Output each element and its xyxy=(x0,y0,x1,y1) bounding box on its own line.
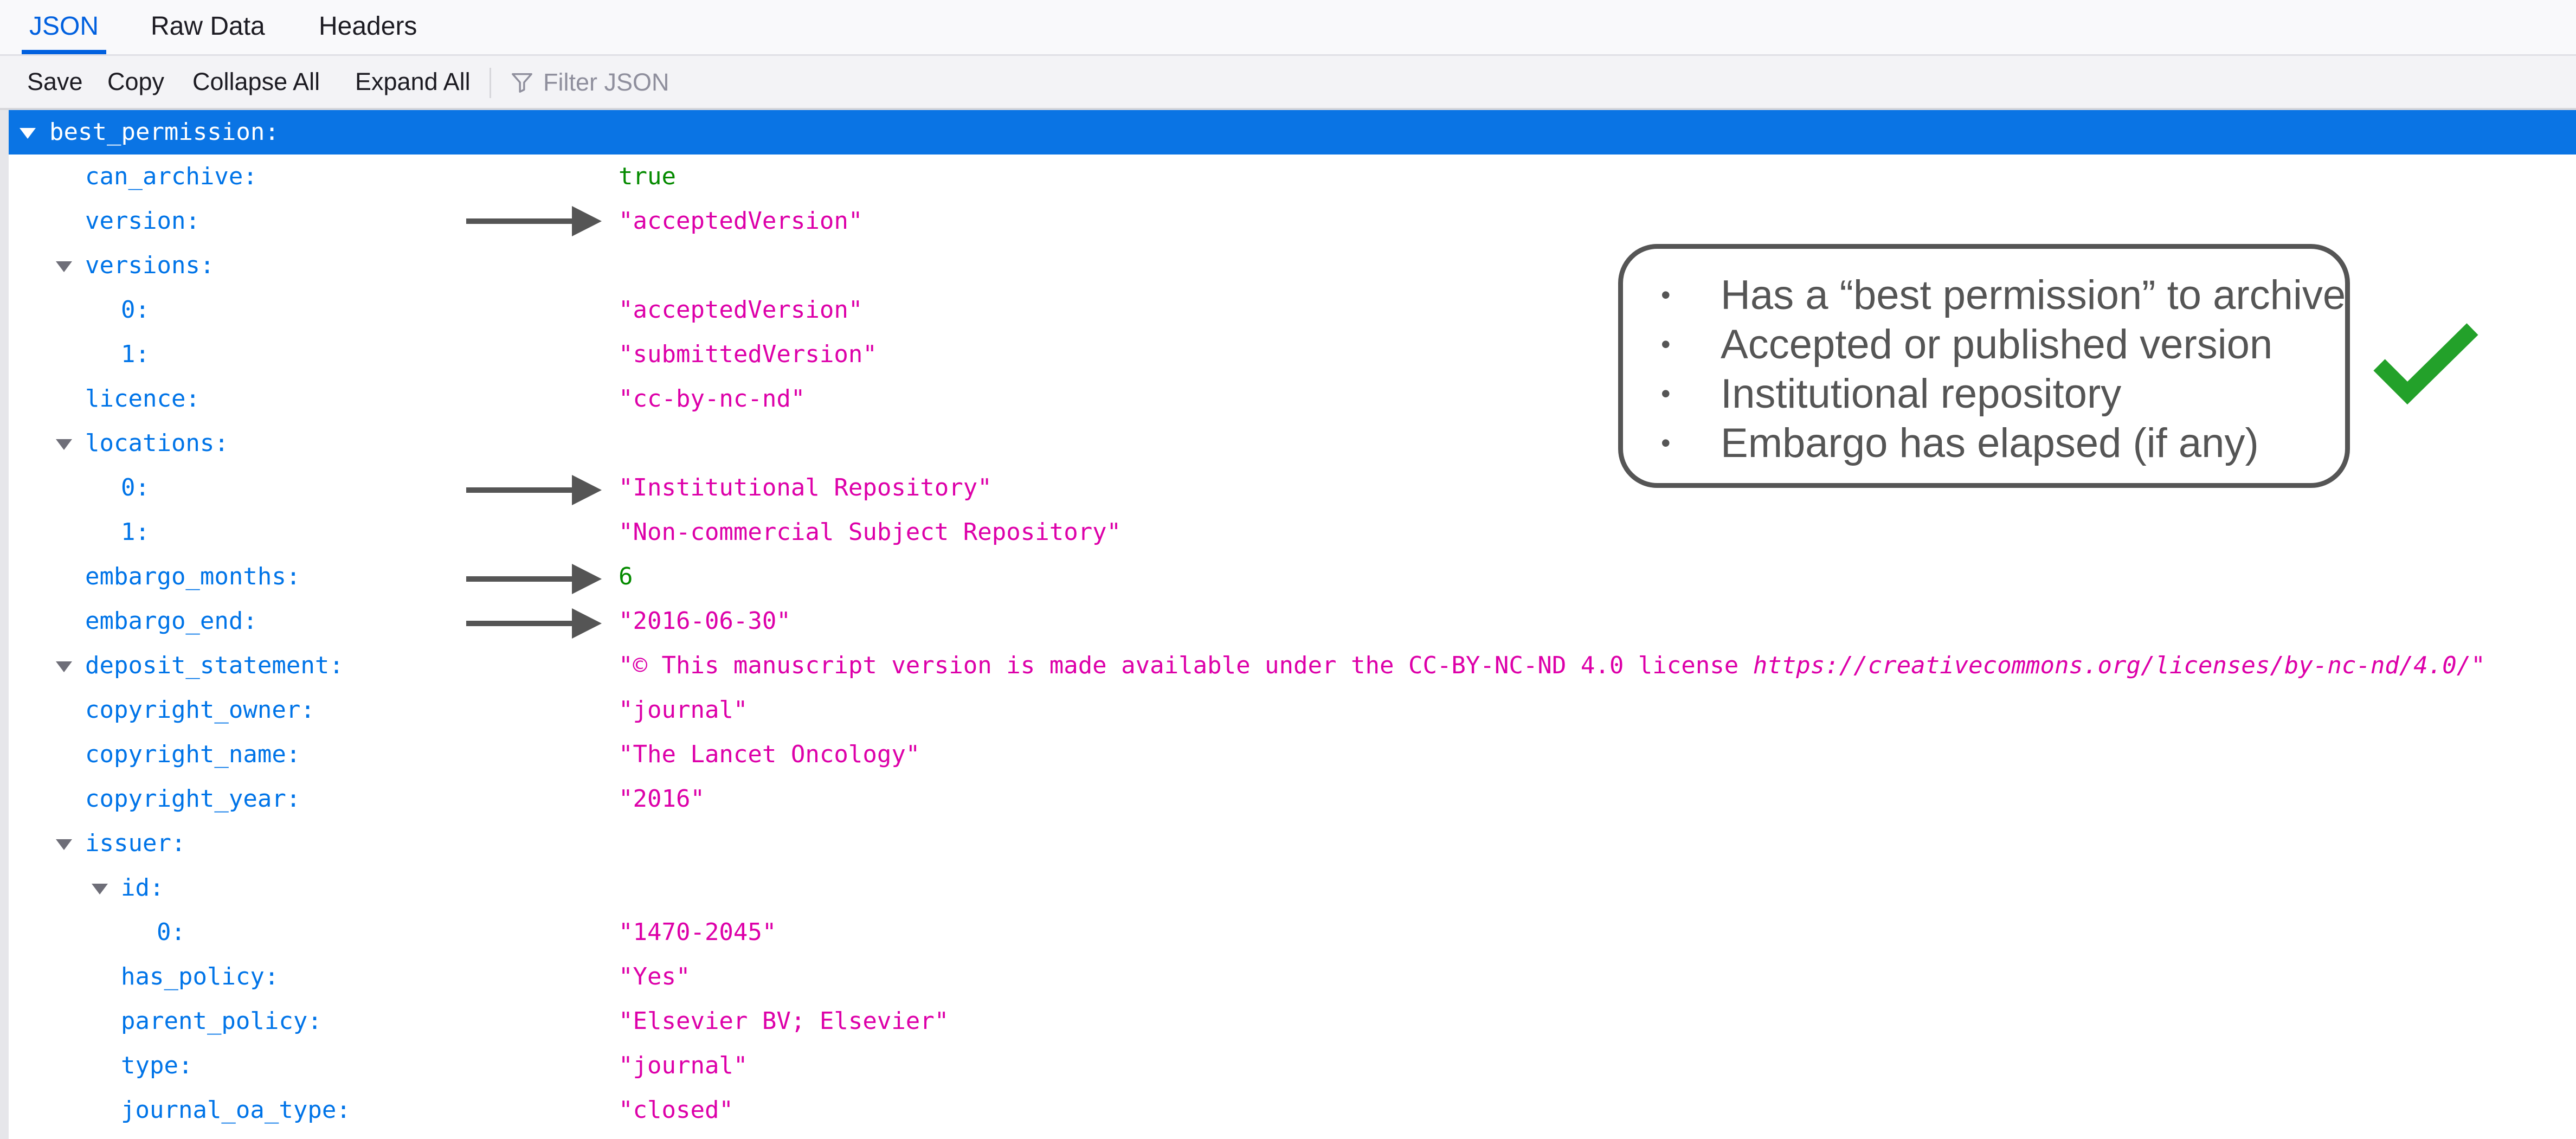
json-value: "The Lancet Oncology" xyxy=(619,741,920,768)
collapse-all-button[interactable]: Collapse All xyxy=(192,56,320,108)
chevron-down-icon[interactable] xyxy=(92,884,108,895)
json-key: issuer: xyxy=(85,829,186,857)
chevron-down-icon[interactable] xyxy=(56,261,72,272)
criteria-item-label: Embargo has elapsed (if any) xyxy=(1721,420,2259,466)
tree-row-deposit-statement[interactable]: deposit_statement: "© This manuscript ve… xyxy=(9,643,2576,688)
criteria-item-label: Institutional repository xyxy=(1721,371,2122,417)
json-key: id: xyxy=(121,874,164,902)
json-key: 0: xyxy=(121,474,150,501)
tree-row-copyright-owner[interactable]: copyright_owner: "journal" xyxy=(9,688,2576,732)
criteria-item: • Has a “best permission” to archive xyxy=(1661,271,2346,320)
tree-row-best-permission[interactable]: best_permission: xyxy=(9,110,2576,155)
tree-row-embargo-end[interactable]: embargo_end: "2016-06-30" xyxy=(9,599,2576,643)
chevron-down-icon[interactable] xyxy=(56,839,72,850)
save-button[interactable]: Save xyxy=(27,56,83,108)
arrow-right-icon xyxy=(466,475,602,505)
checkmark-icon xyxy=(2373,323,2478,405)
toolbar-divider xyxy=(490,68,491,98)
tree-row-issuer[interactable]: issuer: xyxy=(9,821,2576,866)
json-key: copyright_year: xyxy=(85,785,301,813)
json-key: 1: xyxy=(121,340,150,368)
tree-row-parent-policy[interactable]: parent_policy: "Elsevier BV; Elsevier" xyxy=(9,999,2576,1044)
json-value: "1470-2045" xyxy=(619,918,777,946)
json-key: versions: xyxy=(85,252,215,279)
chevron-down-icon[interactable] xyxy=(20,128,36,139)
copy-button[interactable]: Copy xyxy=(107,56,164,108)
json-value: "Elsevier BV; Elsevier" xyxy=(619,1007,949,1035)
arrow-right-icon xyxy=(466,206,602,236)
tree-row-version[interactable]: version: "acceptedVersion" xyxy=(9,199,2576,243)
json-key: best_permission: xyxy=(49,118,279,146)
tree-row-copyright-name[interactable]: copyright_name: "The Lancet Oncology" xyxy=(9,732,2576,777)
tab-raw-data[interactable]: Raw Data xyxy=(131,0,285,53)
expand-all-button[interactable]: Expand All xyxy=(355,56,471,108)
criteria-item-label: Has a “best permission” to archive xyxy=(1721,272,2346,318)
json-value: "journal" xyxy=(619,696,748,724)
json-key: version: xyxy=(85,207,200,235)
chevron-down-icon[interactable] xyxy=(56,661,72,672)
json-key: embargo_months: xyxy=(85,563,301,590)
tree-row-copyright-year[interactable]: copyright_year: "2016" xyxy=(9,777,2576,821)
json-value: 6 xyxy=(619,563,633,590)
tree-row-issuer-id[interactable]: id: xyxy=(9,866,2576,910)
criteria-item-label: Accepted or published version xyxy=(1721,321,2273,368)
toolbar: Save Copy Collapse All Expand All xyxy=(0,56,2576,110)
tab-json[interactable]: JSON xyxy=(10,0,118,54)
tree-row-type[interactable]: type: "journal" xyxy=(9,1044,2576,1088)
json-key: 0: xyxy=(121,296,150,324)
json-key: deposit_statement: xyxy=(85,652,344,679)
json-key: 1: xyxy=(121,518,150,546)
json-key: copyright_owner: xyxy=(85,696,315,724)
json-key: embargo_end: xyxy=(85,607,257,635)
json-value: true xyxy=(619,163,676,190)
json-value: "© This manuscript version is made avail… xyxy=(619,643,2485,688)
filter-icon xyxy=(512,73,532,93)
criteria-item: • Institutional repository xyxy=(1661,369,2346,419)
criteria-list: • Has a “best permission” to archive • Acc… xyxy=(1661,271,2346,468)
tree-row-can-archive[interactable]: can_archive: true xyxy=(9,155,2576,199)
license-url-link[interactable]: https://creativecommons.org/licenses/by-… xyxy=(1753,652,2471,679)
json-key: can_archive: xyxy=(85,163,257,190)
json-value: "2016-06-30" xyxy=(619,607,791,635)
json-key: type: xyxy=(121,1052,193,1079)
json-key: locations: xyxy=(85,429,229,457)
json-value: "closed" xyxy=(619,1096,733,1124)
tree-row-locations-1[interactable]: 1: "Non-commercial Subject Repository" xyxy=(9,510,2576,555)
json-value: "cc-by-nc-nd" xyxy=(619,385,806,413)
chevron-down-icon[interactable] xyxy=(56,439,72,450)
tree-row-journal-oa-type[interactable]: journal_oa_type: "closed" xyxy=(9,1088,2576,1132)
tree-row-embargo-months[interactable]: embargo_months: 6 xyxy=(9,555,2576,599)
json-value: "2016" xyxy=(619,785,705,813)
json-value: "journal" xyxy=(619,1052,748,1079)
bullet-icon: • xyxy=(1661,329,1671,359)
deposit-statement-close-quote: " xyxy=(2471,652,2485,679)
json-viewer: JSON Raw Data Headers Save Copy Collapse… xyxy=(0,0,2576,1139)
json-value: "submittedVersion" xyxy=(619,340,877,368)
tree-row-issuer-id-0[interactable]: 0: "1470-2045" xyxy=(9,910,2576,955)
criteria-callout: • Has a “best permission” to archive • Acc… xyxy=(1618,244,2350,488)
json-key: has_policy: xyxy=(121,963,279,990)
bullet-icon: • xyxy=(1661,280,1671,310)
filter-json-input[interactable] xyxy=(542,63,1032,101)
criteria-item: • Embargo has elapsed (if any) xyxy=(1661,419,2346,468)
json-value: "Institutional Repository" xyxy=(619,474,992,501)
json-value: "acceptedVersion" xyxy=(619,296,863,324)
json-key: 0: xyxy=(157,918,185,946)
criteria-item: • Accepted or published version xyxy=(1661,320,2346,369)
bullet-icon: • xyxy=(1661,378,1671,409)
tab-bar: JSON Raw Data Headers xyxy=(0,0,2576,56)
deposit-statement-text: "© This manuscript version is made avail… xyxy=(619,652,1753,679)
arrow-right-icon xyxy=(466,564,602,594)
tab-headers[interactable]: Headers xyxy=(299,0,436,53)
tree-row-has-policy[interactable]: has_policy: "Yes" xyxy=(9,955,2576,999)
json-value: "acceptedVersion" xyxy=(619,207,863,235)
json-key: licence: xyxy=(85,385,200,413)
json-value: "Yes" xyxy=(619,963,691,990)
json-value: "Non-commercial Subject Repository" xyxy=(619,518,1122,546)
bullet-icon: • xyxy=(1661,428,1671,458)
json-key: copyright_name: xyxy=(85,741,301,768)
arrow-right-icon xyxy=(466,608,602,639)
json-key: parent_policy: xyxy=(121,1007,322,1035)
json-key: journal_oa_type: xyxy=(121,1096,351,1124)
